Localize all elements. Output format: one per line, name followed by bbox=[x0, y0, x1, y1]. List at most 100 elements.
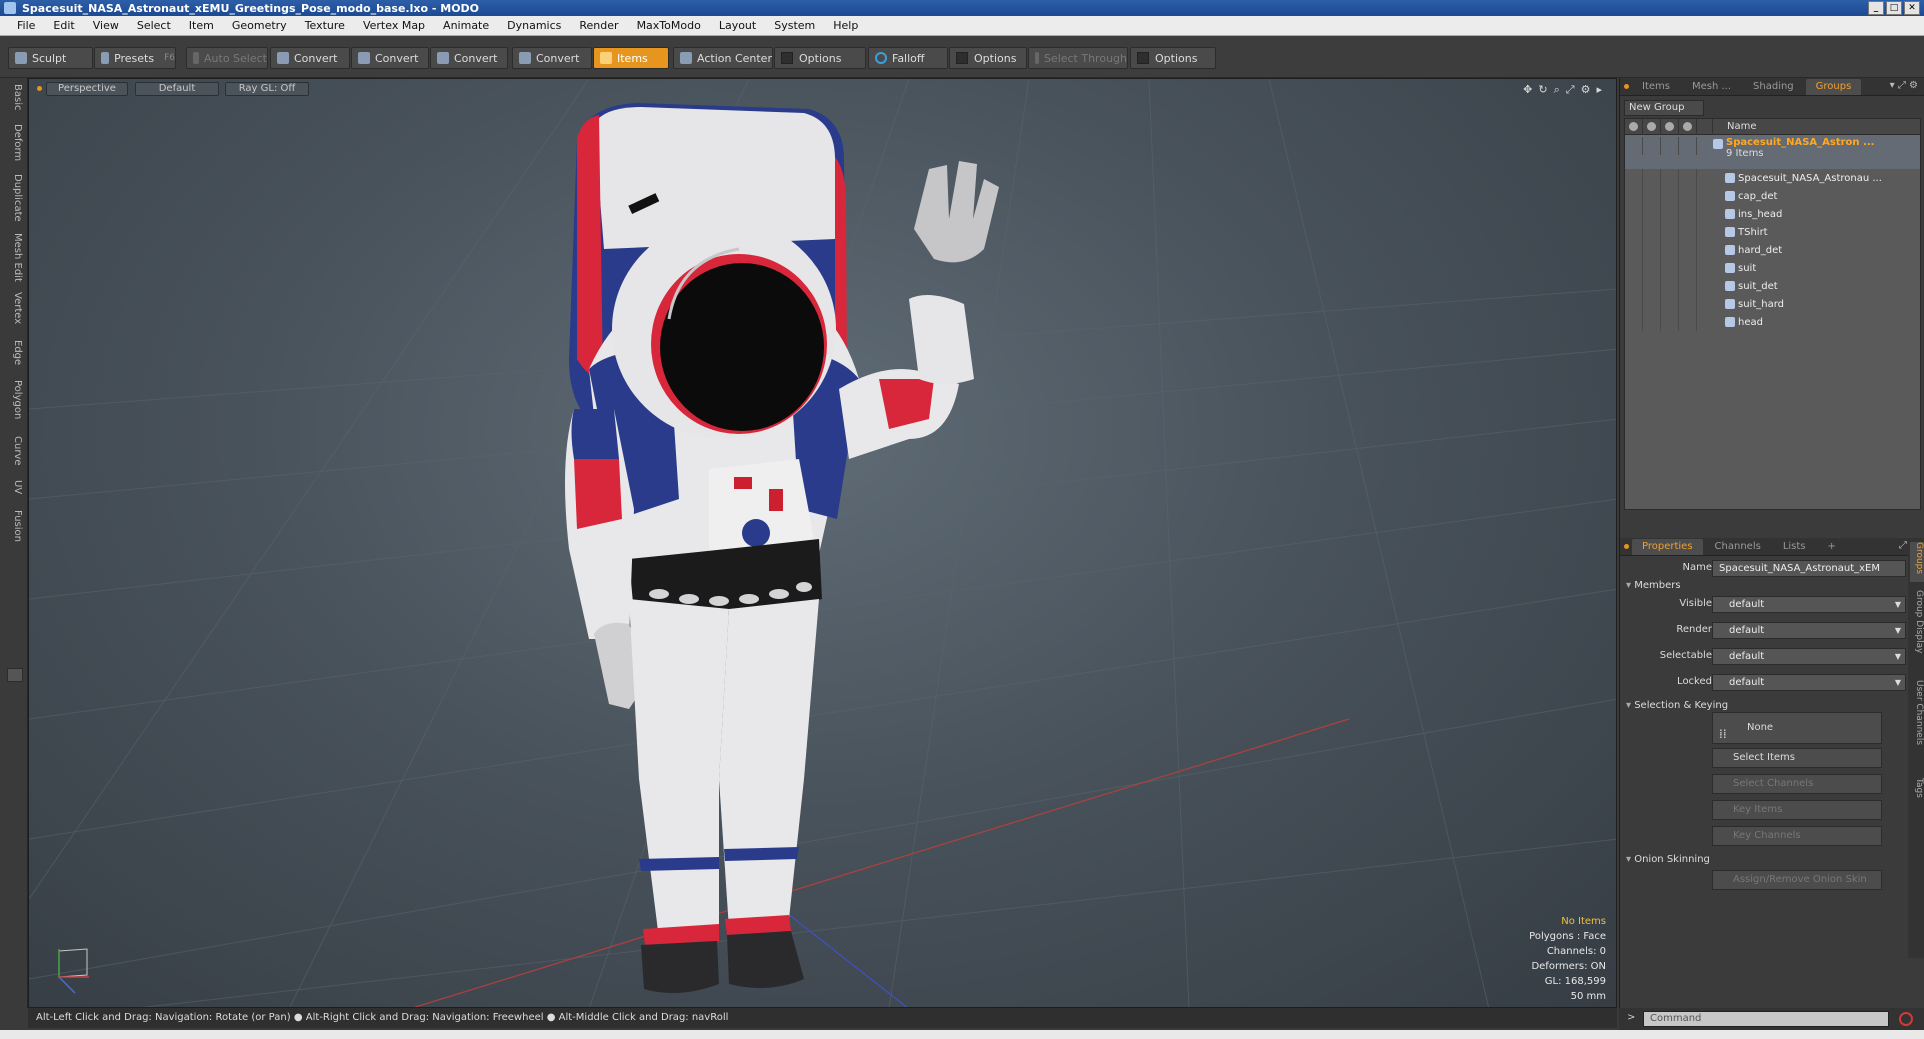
lock-column-icon[interactable] bbox=[1679, 119, 1697, 135]
viewport-menu-dot[interactable] bbox=[37, 86, 42, 91]
tab-basic[interactable]: Basic bbox=[5, 84, 23, 110]
minimize-button[interactable]: _ bbox=[1868, 1, 1884, 15]
items-mode-button[interactable]: Items bbox=[593, 47, 669, 69]
tab-groups[interactable]: Groups bbox=[1805, 79, 1862, 95]
menu-select[interactable]: Select bbox=[128, 19, 180, 32]
sculpt-button[interactable]: Sculpt bbox=[8, 47, 93, 69]
menu-maxtomodo[interactable]: MaxToModo bbox=[628, 19, 710, 32]
options-checkbox[interactable] bbox=[781, 52, 793, 64]
options-checkbox[interactable] bbox=[1137, 52, 1149, 64]
raygl-toggle[interactable]: Ray GL: Off bbox=[225, 82, 309, 96]
pan-icon[interactable]: ✥ bbox=[1523, 83, 1532, 97]
tab-fusion[interactable]: Fusion bbox=[5, 510, 23, 542]
side-tab-user-channels[interactable]: User Channels bbox=[1910, 680, 1924, 745]
list-item[interactable]: hard_det bbox=[1625, 241, 1920, 259]
onion-skinning-section[interactable]: Onion Skinning bbox=[1626, 854, 1710, 865]
fit-icon[interactable]: ⤢ bbox=[1566, 83, 1575, 97]
viewport-settings-icon[interactable]: ⚙ bbox=[1581, 83, 1591, 97]
expand-arrow-icon[interactable]: ▸ bbox=[1596, 83, 1602, 97]
locked-dropdown[interactable]: default ▼ bbox=[1712, 674, 1906, 691]
command-input[interactable]: Command bbox=[1643, 1011, 1889, 1027]
tab-shading[interactable]: Shading bbox=[1743, 79, 1804, 95]
action-center-button[interactable]: Action Center bbox=[673, 47, 773, 69]
side-tab-tags[interactable]: Tags bbox=[1910, 778, 1924, 798]
list-item[interactable]: cap_det bbox=[1625, 187, 1920, 205]
select-column-icon[interactable] bbox=[1661, 119, 1679, 135]
bullet-icon: ● bbox=[546, 1012, 559, 1023]
key-items-button[interactable]: Key Items bbox=[1712, 800, 1882, 820]
list-item[interactable]: suit_det bbox=[1625, 277, 1920, 295]
menu-geometry[interactable]: Geometry bbox=[223, 19, 296, 32]
side-tab-group-display[interactable]: Group Display bbox=[1910, 590, 1924, 653]
tab-vertex[interactable]: Vertex bbox=[5, 292, 23, 324]
assign-onion-skin-button[interactable]: Assign/Remove Onion Skin bbox=[1712, 870, 1882, 890]
tab-edge[interactable]: Edge bbox=[5, 340, 23, 365]
select-items-button[interactable]: Select Items bbox=[1712, 748, 1882, 768]
action-center-options-button[interactable]: Options bbox=[774, 47, 866, 69]
list-item[interactable]: Spacesuit_NASA_Astronau ... bbox=[1625, 169, 1920, 187]
members-section[interactable]: Members bbox=[1626, 580, 1680, 591]
zoom-icon[interactable]: ⌕ bbox=[1554, 83, 1560, 97]
tab-polygon[interactable]: Polygon bbox=[5, 380, 23, 419]
list-item[interactable]: head bbox=[1625, 313, 1920, 331]
list-item[interactable]: ins_head bbox=[1625, 205, 1920, 223]
convert-polygons-button[interactable]: Convert bbox=[430, 47, 508, 69]
side-tab-groups[interactable]: Groups bbox=[1910, 542, 1924, 582]
menu-system[interactable]: System bbox=[765, 19, 824, 32]
menu-view[interactable]: View bbox=[84, 19, 128, 32]
options-checkbox[interactable] bbox=[956, 52, 968, 64]
presets-button[interactable]: Presets F6 bbox=[94, 47, 176, 69]
menu-help[interactable]: Help bbox=[824, 19, 867, 32]
menu-render[interactable]: Render bbox=[570, 19, 627, 32]
group-name-field[interactable]: Spacesuit_NASA_Astronaut_xEM bbox=[1712, 560, 1906, 577]
convert-items-button[interactable]: Convert bbox=[512, 47, 592, 69]
rotate-icon[interactable]: ↻ bbox=[1538, 83, 1547, 97]
new-group-button[interactable]: New Group bbox=[1624, 100, 1704, 116]
convert-edges-button[interactable]: Convert bbox=[351, 47, 429, 69]
tab-items[interactable]: Items bbox=[1632, 79, 1680, 95]
visibility-column-icon[interactable] bbox=[1625, 119, 1643, 135]
menu-dynamics[interactable]: Dynamics bbox=[498, 19, 570, 32]
menu-animate[interactable]: Animate bbox=[434, 19, 498, 32]
panel-menu-dot[interactable] bbox=[1624, 84, 1629, 89]
tab-uv[interactable]: UV bbox=[5, 480, 23, 494]
list-item[interactable]: suit bbox=[1625, 259, 1920, 277]
select-channels-button[interactable]: Select Channels bbox=[1712, 774, 1882, 794]
maximize-button[interactable]: □ bbox=[1886, 1, 1902, 15]
select-through-options-button[interactable]: Options bbox=[1130, 47, 1216, 69]
menu-vertex-map[interactable]: Vertex Map bbox=[354, 19, 434, 32]
command-history-arrow-icon[interactable]: > bbox=[1627, 1012, 1635, 1023]
tab-mesh[interactable]: Mesh ... bbox=[1682, 79, 1741, 95]
selection-keying-section[interactable]: Selection & Keying bbox=[1626, 700, 1728, 711]
menu-texture[interactable]: Texture bbox=[296, 19, 354, 32]
record-icon[interactable] bbox=[1899, 1012, 1913, 1026]
selectable-dropdown[interactable]: default ▼ bbox=[1712, 648, 1906, 665]
select-through-button[interactable]: Select Through bbox=[1028, 47, 1128, 69]
menu-file[interactable]: File bbox=[8, 19, 44, 32]
falloff-button[interactable]: Falloff bbox=[868, 47, 948, 69]
close-button[interactable]: ✕ bbox=[1904, 1, 1920, 15]
auto-select-button[interactable]: Auto Select bbox=[186, 47, 268, 69]
tab-curve[interactable]: Curve bbox=[5, 436, 23, 466]
tool-panel-toggle[interactable] bbox=[7, 668, 23, 682]
convert-vertices-button[interactable]: Convert bbox=[270, 47, 350, 69]
menu-item[interactable]: Item bbox=[180, 19, 223, 32]
tab-duplicate[interactable]: Duplicate bbox=[5, 174, 23, 222]
render-column-icon[interactable] bbox=[1643, 119, 1661, 135]
none-button[interactable]: ⁞⁞ None bbox=[1712, 712, 1882, 744]
render-dropdown[interactable]: default ▼ bbox=[1712, 622, 1906, 639]
falloff-options-button[interactable]: Options bbox=[949, 47, 1027, 69]
tab-deform[interactable]: Deform bbox=[5, 124, 23, 161]
menu-edit[interactable]: Edit bbox=[44, 19, 83, 32]
menu-layout[interactable]: Layout bbox=[710, 19, 765, 32]
list-item[interactable]: TShirt bbox=[1625, 223, 1920, 241]
key-channels-button[interactable]: Key Channels bbox=[1712, 826, 1882, 846]
group-row-selected[interactable]: Spacesuit_NASA_Astron ... 9 Items bbox=[1625, 135, 1920, 169]
view-type-dropdown[interactable]: Perspective bbox=[46, 82, 128, 96]
visible-dropdown[interactable]: default ▼ bbox=[1712, 596, 1906, 613]
tab-mesh-edit[interactable]: Mesh Edit bbox=[5, 233, 23, 282]
3d-viewport[interactable]: Perspective Default Ray GL: Off ✥ ↻ ⌕ ⤢ … bbox=[28, 78, 1617, 1008]
shading-dropdown[interactable]: Default bbox=[135, 82, 219, 96]
panel-expand-icon[interactable]: ▾ ⤢ ⚙ bbox=[1890, 80, 1918, 91]
list-item[interactable]: suit_hard bbox=[1625, 295, 1920, 313]
